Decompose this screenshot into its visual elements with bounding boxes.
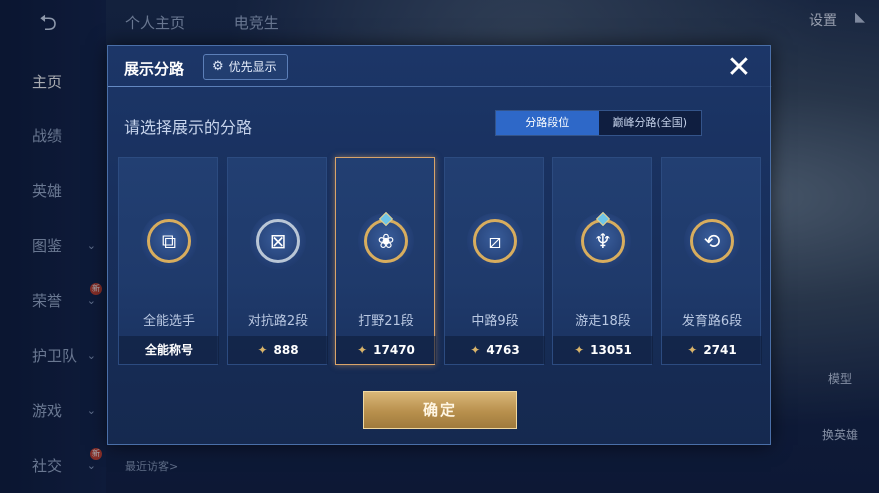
medal-icon: ✦	[470, 343, 481, 357]
lane-label: 中路9段	[471, 314, 519, 329]
lane-label: 全能选手	[142, 314, 195, 329]
lane-card[interactable]: ⟲ 发育路6段 ✦ 2741	[661, 157, 762, 365]
mid-lane-icon: ⧄	[473, 219, 517, 263]
medal-icon: ✦	[687, 343, 698, 357]
lane-score: ✦ 13051	[553, 336, 653, 364]
dialog-subtitle: 请选择展示的分路	[124, 118, 253, 137]
gear-icon: ⚙	[212, 59, 224, 74]
lane-card[interactable]: ⊠ 对抗路2段 ✦ 888	[227, 157, 328, 365]
medal-icon: ✦	[357, 343, 368, 357]
lane-score-value: 全能称号	[144, 343, 193, 357]
lane-score: ✦ 888	[228, 336, 328, 364]
lane-label: 打野21段	[358, 314, 414, 329]
lane-score-value: 888	[273, 343, 299, 357]
lane-label: 发育路6段	[681, 314, 743, 329]
lane-card[interactable]: ♆ 游走18段 ✦ 13051	[552, 157, 653, 365]
medal-icon: ✦	[257, 343, 268, 357]
lane-score: 全能称号	[119, 336, 219, 364]
farm-lane-icon: ⟲	[690, 219, 734, 263]
medal-icon: ✦	[574, 343, 585, 357]
segment-peak-lane[interactable]: 巅峰分路(全国)	[599, 111, 702, 135]
lane-card[interactable]: ❀ 打野21段 ✦ 17470	[335, 157, 436, 365]
all-round-icon: ⧉	[147, 219, 191, 263]
close-button[interactable]: ✕	[720, 50, 758, 88]
lane-card[interactable]: ⧉ 全能选手全能称号	[118, 157, 219, 365]
confirm-button[interactable]: 确定	[363, 391, 517, 429]
dialog-title: 展示分路	[124, 60, 185, 78]
close-icon: ✕	[726, 50, 752, 85]
lane-score-value: 2741	[703, 343, 737, 357]
lane-score-value: 17470	[373, 343, 415, 357]
lane-score: ✦ 17470	[336, 336, 436, 364]
priority-display-label: 优先显示	[228, 60, 277, 74]
lane-score: ✦ 4763	[445, 336, 545, 364]
lane-label: 对抗路2段	[247, 314, 309, 329]
lane-score-value: 4763	[486, 343, 520, 357]
lane-label: 游走18段	[575, 314, 631, 329]
lane-type-toggle: 分路段位 巅峰分路(全国)	[495, 110, 702, 136]
title-divider	[108, 86, 772, 87]
priority-display-button[interactable]: ⚙ 优先显示	[203, 54, 288, 80]
lane-score: ✦ 2741	[662, 336, 762, 364]
lane-display-dialog: 展示分路 ⚙ 优先显示 ✕ 请选择展示的分路 分路段位 巅峰分路(全国) ⧉ 全能…	[107, 45, 772, 445]
lane-score-value: 13051	[590, 343, 632, 357]
lane-card[interactable]: ⧄ 中路9段 ✦ 4763	[444, 157, 545, 365]
clash-lane-icon: ⊠	[256, 219, 300, 263]
segment-lane-rank[interactable]: 分路段位	[496, 111, 599, 135]
